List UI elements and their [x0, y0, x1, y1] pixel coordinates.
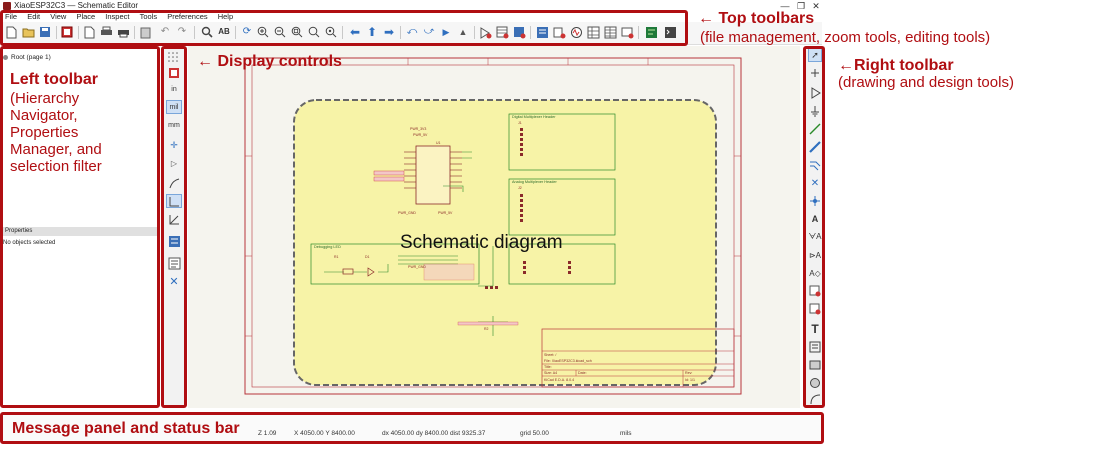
svg-text:U1: U1 — [436, 141, 441, 145]
top-toolbars-highlight — [0, 10, 688, 46]
left-toolbar-description: (Hierarchy Navigator, Properties Manager… — [10, 90, 102, 175]
svg-text:PWR_5V: PWR_5V — [413, 133, 428, 137]
svg-text:PWR_GND: PWR_GND — [398, 211, 416, 215]
svg-text:Size: A4: Size: A4 — [544, 371, 557, 375]
svg-text:Rev:: Rev: — [685, 371, 692, 375]
svg-text:KiCad E.D.A. 8.0.4: KiCad E.D.A. 8.0.4 — [544, 378, 574, 382]
svg-text:PWR_GND: PWR_GND — [408, 265, 426, 269]
schematic-label: Schematic diagram — [400, 232, 563, 253]
app-icon — [3, 2, 11, 10]
svg-text:PWR_5V: PWR_5V — [438, 211, 453, 215]
top-toolbars-label: ← Top toolbars — [698, 10, 815, 27]
svg-text:Digital Multiplexer Header: Digital Multiplexer Header — [512, 115, 556, 119]
schematic-canvas[interactable]: Digital Multiplexer Header Analog Multip… — [188, 46, 800, 408]
svg-text:J1: J1 — [518, 121, 522, 125]
right-toolbar-description: (drawing and design tools) — [838, 74, 1014, 91]
svg-text:PWR_3V3: PWR_3V3 — [410, 127, 426, 131]
schematic-drawing: Digital Multiplexer Header Analog Multip… — [244, 57, 742, 395]
svg-text:R1: R1 — [334, 255, 339, 259]
svg-text:D1: D1 — [365, 255, 370, 259]
display-controls-highlight — [161, 46, 187, 408]
svg-text:Title:: Title: — [544, 365, 552, 369]
message-panel-label: Message panel and status bar — [12, 420, 240, 437]
svg-text:J2: J2 — [518, 186, 522, 190]
svg-text:Debugging LED: Debugging LED — [314, 245, 341, 249]
svg-text:Analog Multiplexer Header: Analog Multiplexer Header — [512, 180, 557, 184]
svg-text:File: XiaoESP32C3.kicad_sch: File: XiaoESP32C3.kicad_sch — [544, 359, 592, 363]
right-toolbar-highlight — [803, 46, 825, 408]
svg-text:R2: R2 — [484, 327, 489, 331]
top-toolbars-description: (file management, zoom tools, editing to… — [700, 29, 991, 46]
svg-text:Date:: Date: — [578, 371, 587, 375]
right-toolbar-label: ←Right toolbar — [838, 57, 954, 74]
left-toolbar-label: Left toolbar — [10, 71, 98, 88]
display-controls-label: ← Display controls — [197, 53, 342, 70]
svg-text:Id: 1/1: Id: 1/1 — [685, 378, 695, 382]
svg-text:Sheet: /: Sheet: / — [544, 353, 556, 357]
